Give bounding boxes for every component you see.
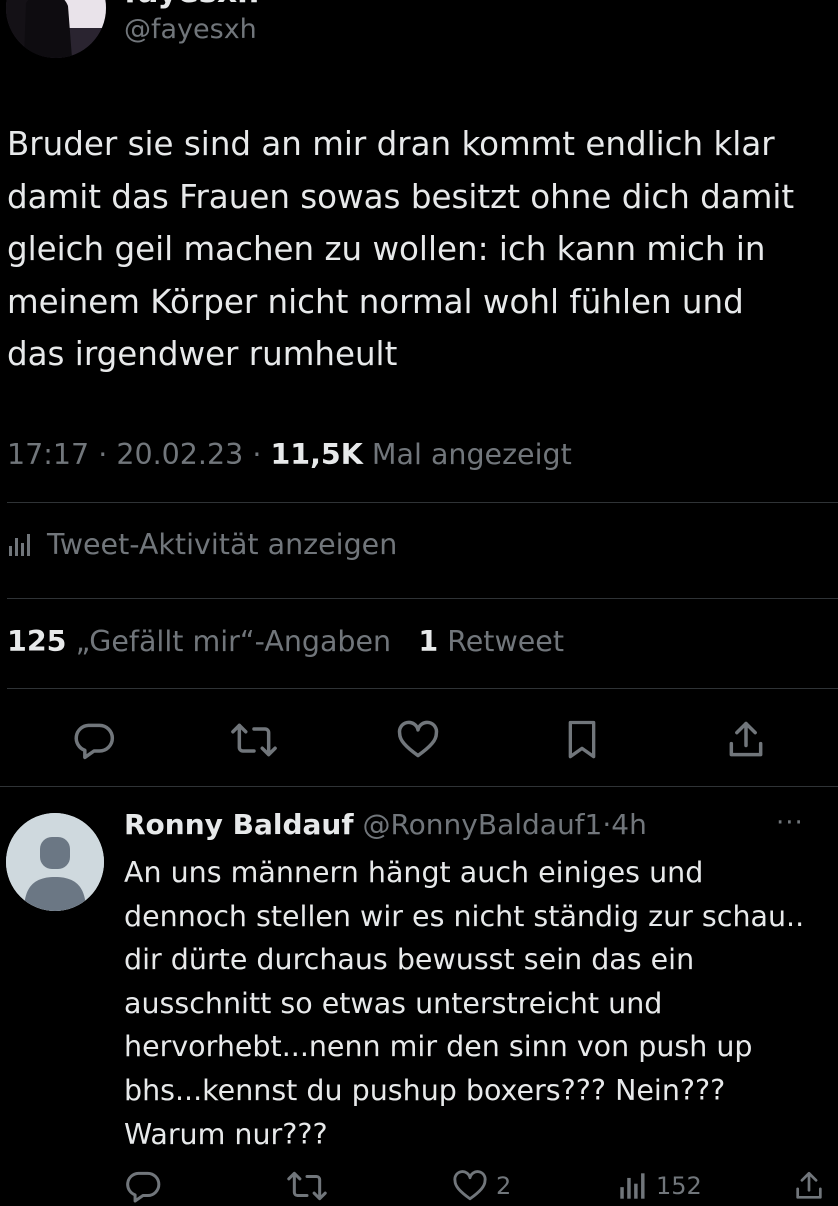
reply-author-name[interactable]: Ronny Baldauf: [124, 808, 354, 841]
bookmark-icon: [568, 720, 596, 759]
reply-reply-button[interactable]: [124, 1166, 170, 1206]
author-avatar[interactable]: [6, 0, 106, 58]
bookmark-button[interactable]: [558, 716, 606, 764]
retweets-stat[interactable]: 1 Retweet: [418, 625, 564, 658]
reply-text: An uns männern hängt auch einiges und de…: [124, 851, 838, 1156]
reply-text-line: An uns männern hängt auch einiges und: [124, 856, 704, 889]
divider: [0, 786, 838, 787]
divider: [7, 502, 838, 503]
tweet-date[interactable]: 20.02.23: [116, 438, 243, 471]
analytics-icon: [620, 1173, 645, 1199]
tweet-time[interactable]: 17:17: [7, 438, 89, 471]
views-count: 11,5K: [270, 438, 363, 471]
like-button[interactable]: [394, 716, 442, 764]
reply-share-button[interactable]: [792, 1166, 834, 1206]
likes-label: „Gefällt mir“-Angaben: [75, 625, 392, 658]
reply-header: Ronny Baldauf @RonnyBaldauf1·4h: [124, 808, 647, 841]
tweet-text-line: gleich geil machen zu wollen: ich kann m…: [7, 230, 766, 268]
reply-text-line: ausschnitt so etwas unterstreicht und: [124, 986, 663, 1020]
tweet-stats: 125 „Gefällt mir“-Angaben 1 Retweet: [7, 625, 564, 658]
reply-text-line: Warum nur???: [124, 1117, 328, 1151]
tweet-text-line: das irgendwer rumheult: [7, 335, 398, 373]
retweets-count: 1: [418, 625, 439, 658]
reply-avatar[interactable]: [6, 813, 104, 911]
reply-time[interactable]: 4h: [611, 808, 647, 841]
retweet-icon: [287, 1171, 327, 1201]
retweet-button[interactable]: [230, 716, 278, 764]
reply-text-line: hervorhebt...nenn mir den sinn von push …: [124, 1030, 753, 1064]
reply-views-count: 152: [656, 1172, 702, 1200]
tweet-text-line: Bruder sie sind an mir dran kommt endlic…: [7, 125, 775, 163]
reply-icon: [74, 723, 115, 760]
reply-button[interactable]: [70, 716, 118, 764]
retweets-label: Retweet: [447, 625, 565, 658]
tweet-text-line: meinem Körper nicht normal wohl fühlen u…: [7, 282, 744, 321]
likes-count: 125: [7, 625, 67, 658]
divider: [7, 598, 838, 599]
reply-author-handle[interactable]: @RonnyBaldauf1: [362, 808, 602, 841]
separator: ·: [98, 438, 108, 471]
divider: [7, 688, 838, 689]
share-button[interactable]: [722, 716, 770, 764]
reply-views-button[interactable]: 152: [618, 1166, 702, 1206]
separator: ·: [602, 808, 612, 841]
reply-text-line: bhs...kennst du pushup boxers??? Nein???: [124, 1073, 726, 1107]
share-icon: [796, 1171, 822, 1199]
views-label: Mal angezeigt: [371, 438, 572, 471]
activity-label: Tweet-Aktivität anzeigen: [47, 528, 398, 561]
separator: ·: [252, 438, 262, 471]
reply-icon: [126, 1171, 161, 1203]
reply-text-line: dennoch stellen wir es nicht ständig zur…: [124, 899, 805, 933]
author-name[interactable]: fayesxh: [124, 0, 259, 10]
analytics-icon: [9, 533, 30, 556]
tweet-text-line: damit das Frauen sowas besitzt ohne dich…: [7, 177, 795, 216]
likes-stat[interactable]: 125 „Gefällt mir“-Angaben: [7, 625, 391, 658]
author-handle[interactable]: @fayesxh: [124, 14, 257, 45]
reply-like-button[interactable]: 2: [452, 1166, 511, 1206]
retweet-icon: [231, 723, 277, 757]
tweet-text: Bruder sie sind an mir dran kommt endlic…: [7, 118, 835, 381]
reply-retweet-button[interactable]: [286, 1166, 336, 1206]
tweet-activity-link[interactable]: Tweet-Aktivität anzeigen: [7, 528, 397, 561]
author-photo: [6, 0, 106, 58]
heart-icon: [397, 720, 439, 758]
more-options-button[interactable]: ···: [776, 808, 804, 838]
heart-icon: [453, 1170, 487, 1201]
tweet-meta: 17:17 · 20.02.23 · 11,5K Mal angezeigt: [7, 438, 572, 471]
default-avatar-icon: [6, 813, 104, 911]
reply-likes-count: 2: [496, 1172, 512, 1200]
share-icon: [729, 721, 763, 757]
reply-text-line: dir dürte durchaus bewusst sein das ein: [124, 943, 695, 977]
